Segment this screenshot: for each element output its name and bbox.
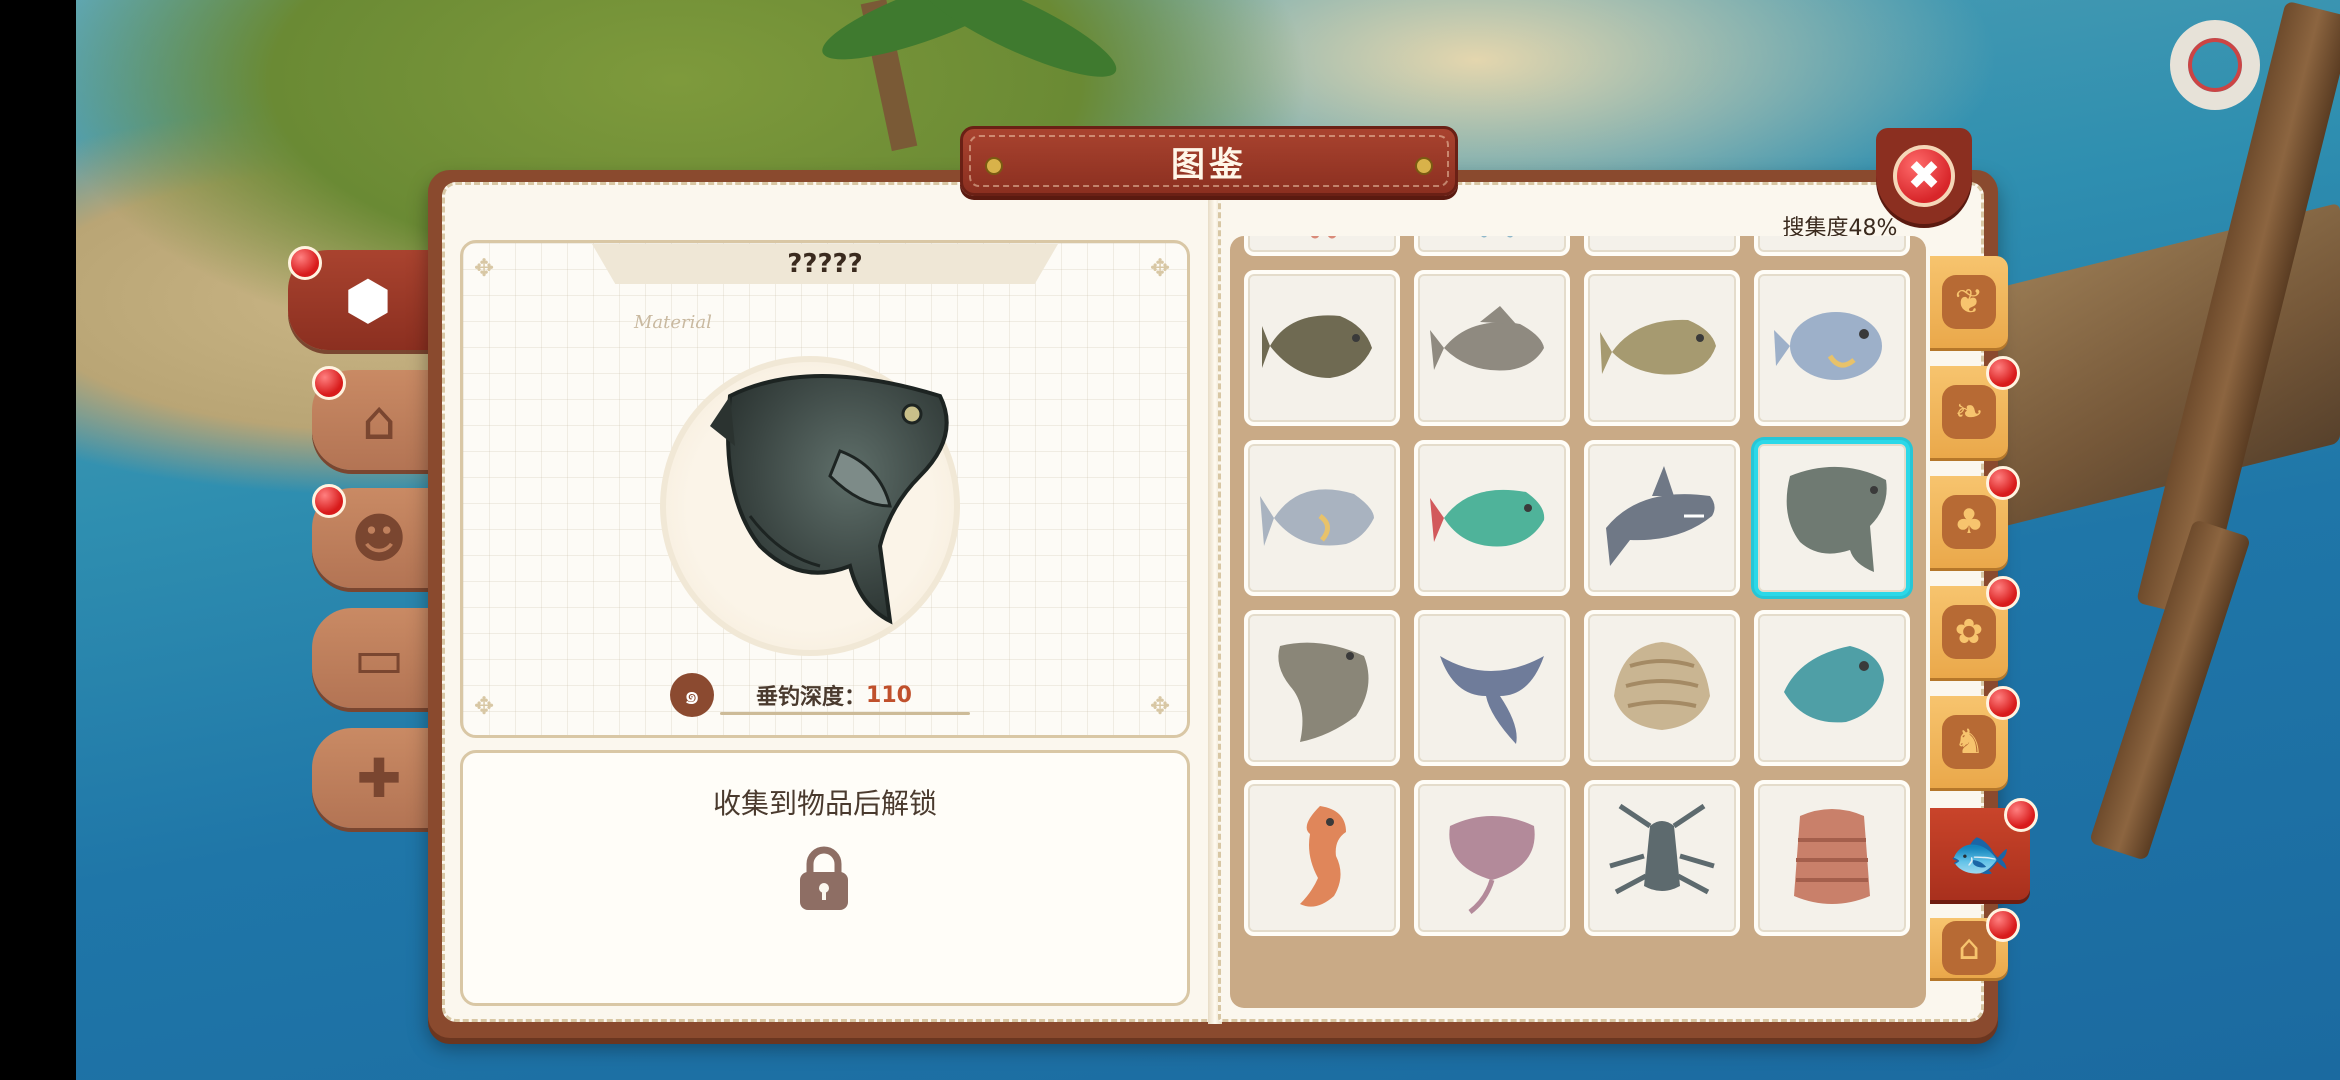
swordfish-icon <box>1770 236 1894 240</box>
chicken-icon: ♞ <box>1942 715 1996 769</box>
corner-ornament-icon: ✥ <box>473 254 495 282</box>
collection-slot-swordfish[interactable] <box>1754 236 1910 256</box>
shirt-icon: ✚ <box>356 746 402 810</box>
corner-ornament-icon: ✥ <box>1149 254 1171 282</box>
corner-ornament-icon: ✥ <box>1149 692 1171 720</box>
owl-icon: ☻ <box>350 506 408 570</box>
napoleon-wrasse-icon <box>1784 646 1884 723</box>
notification-dot <box>312 366 346 400</box>
collection-slot-carp[interactable] <box>1584 270 1740 426</box>
squid-icon <box>1481 236 1513 238</box>
notification-dot <box>1986 686 2020 720</box>
notification-dot <box>312 484 346 518</box>
flower-icon: ✿ <box>1942 605 1996 659</box>
collection-slot-napoleon-wrasse[interactable] <box>1754 610 1910 766</box>
octopus-icon <box>1310 236 1337 239</box>
spiral-shell-icon: ๑ <box>670 673 714 717</box>
carp-icon <box>1600 319 1716 375</box>
cube-icon: ⬢ <box>344 268 392 332</box>
left-tab-sofa[interactable]: ▭ <box>312 608 432 708</box>
giant-clam-icon <box>1614 642 1710 730</box>
great-white-shark-icon <box>1606 466 1715 566</box>
locked-message: 收集到物品后解锁 <box>712 787 937 820</box>
corner-ornament-icon: ✥ <box>473 692 495 720</box>
collection-slot-manta-ray[interactable] <box>1414 610 1570 766</box>
collection-slot-giant-clam[interactable] <box>1584 610 1740 766</box>
sunfish-portrait-icon <box>710 374 949 625</box>
manta-ray-icon <box>1440 656 1544 744</box>
notification-dot <box>1986 466 2020 500</box>
right-tab-grain[interactable]: ❦ <box>1930 256 2008 348</box>
snapper-icon <box>1430 306 1544 371</box>
shark-small-icon <box>1600 236 1724 240</box>
lock-icon <box>800 846 848 910</box>
house-icon: ⌂ <box>361 388 397 452</box>
life-ring <box>2170 20 2260 110</box>
notification-dot <box>288 246 322 280</box>
slipper-lobster-icon <box>1794 809 1870 904</box>
handwritten-note: Material <box>634 312 712 333</box>
seahorse-icon <box>1300 806 1346 907</box>
depth-underline <box>720 712 970 715</box>
item-name: ????? <box>592 244 1058 284</box>
collection-slot-sunfish[interactable] <box>1754 440 1910 596</box>
collection-slot-pufferfish[interactable] <box>1754 270 1910 426</box>
fishing-depth-row: ๑ 垂钓深度： 110 <box>670 673 912 717</box>
sofa-icon: ▭ <box>353 626 405 690</box>
collection-slot-parrotfish[interactable] <box>1414 440 1570 596</box>
trees-icon: ♣ <box>1942 495 1996 549</box>
collection-slot-seahorse[interactable] <box>1244 780 1400 936</box>
grouper-icon <box>1262 315 1372 378</box>
notification-dot <box>2004 798 2038 832</box>
stingray-icon <box>1449 816 1535 914</box>
collection-slot-trevally[interactable] <box>1244 440 1400 596</box>
trevally-icon <box>1260 489 1374 546</box>
fish-icon: 🐟 <box>1948 824 2012 883</box>
depth-label: 垂钓深度： <box>756 685 867 710</box>
wheat-icon: ❧ <box>1942 385 1996 439</box>
close-icon[interactable]: ✖ <box>1893 145 1955 207</box>
parrotfish-icon <box>1430 489 1545 547</box>
collection-slot-slipper-lobster[interactable] <box>1754 780 1910 936</box>
notification-dot <box>1986 356 2020 390</box>
notification-dot <box>1986 908 2020 942</box>
title-banner: 图鉴 <box>960 126 1458 196</box>
collection-slot-stingray[interactable] <box>1414 780 1570 936</box>
collection-slot-shark-small[interactable] <box>1584 236 1740 256</box>
coelacanth-icon <box>1278 642 1369 742</box>
page-title: 图鉴 <box>1171 144 1247 185</box>
collection-slot-squid[interactable] <box>1414 236 1570 256</box>
lobster-icon <box>1609 803 1715 895</box>
left-tab-shirt[interactable]: ✚ <box>312 728 432 828</box>
sunfish-icon <box>1786 466 1887 572</box>
collection-slot-octopus[interactable] <box>1244 236 1400 256</box>
collection-slot-lobster[interactable] <box>1584 780 1740 936</box>
collection-slot-snapper[interactable] <box>1414 270 1570 426</box>
collection-slot-grouper[interactable] <box>1244 270 1400 426</box>
pufferfish-icon <box>1774 312 1882 380</box>
item-grid <box>1244 236 1910 936</box>
item-grid-frame[interactable] <box>1230 236 1926 1008</box>
collection-slot-great-white-shark[interactable] <box>1584 440 1740 596</box>
collection-slot-coelacanth[interactable] <box>1244 610 1400 766</box>
notification-dot <box>1986 576 2020 610</box>
depth-value: 110 <box>866 682 912 708</box>
grain-icon: ❦ <box>1942 275 1996 329</box>
